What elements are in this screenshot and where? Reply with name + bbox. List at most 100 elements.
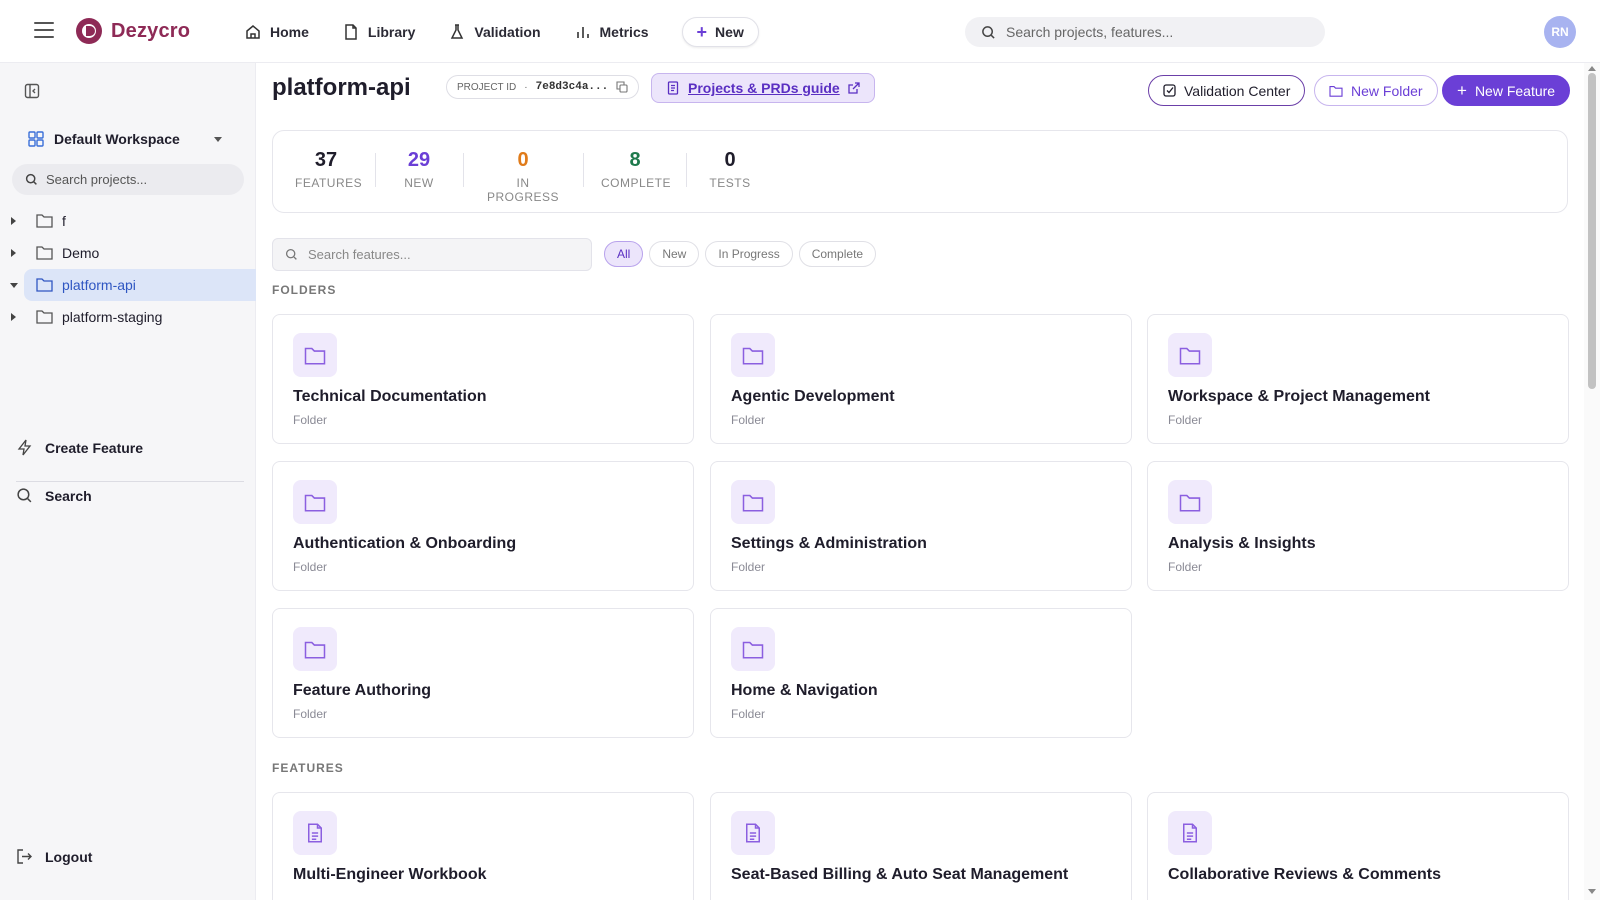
new-folder-label: New Folder xyxy=(1351,82,1423,99)
grid-icon xyxy=(28,131,44,147)
folder-subtitle: Folder xyxy=(293,413,328,427)
feature-search-input[interactable] xyxy=(308,247,578,262)
avatar[interactable]: RN xyxy=(1544,16,1576,48)
tree-item-label: Demo xyxy=(62,245,100,261)
new-folder-button[interactable]: New Folder xyxy=(1314,75,1438,106)
folder-icon xyxy=(1168,333,1212,377)
guide-link[interactable]: Projects & PRDs guide xyxy=(651,73,875,103)
folder-subtitle: Folder xyxy=(1168,560,1203,574)
folder-subtitle: Folder xyxy=(731,560,766,574)
folder-subtitle: Folder xyxy=(1168,413,1203,427)
scroll-thumb[interactable] xyxy=(1588,73,1596,389)
chevron-down-icon xyxy=(214,136,222,142)
validation-center-button[interactable]: Validation Center xyxy=(1148,75,1306,106)
folder-card[interactable]: Feature Authoring Folder xyxy=(272,608,694,738)
folder-card[interactable]: Technical Documentation Folder xyxy=(272,314,694,444)
nav-validation[interactable]: Validation xyxy=(448,16,557,48)
tree-item-f[interactable]: f xyxy=(0,205,256,237)
filter-complete[interactable]: Complete xyxy=(798,241,877,267)
folder-icon xyxy=(731,333,775,377)
brand[interactable]: Dezycro xyxy=(75,17,190,45)
menu-icon[interactable] xyxy=(34,22,54,38)
feature-card[interactable]: Seat-Based Billing & Auto Seat Managemen… xyxy=(710,792,1132,900)
sidebar-collapse-icon[interactable] xyxy=(24,83,40,99)
folder-icon xyxy=(293,333,337,377)
new-feature-label: New Feature xyxy=(1474,82,1556,99)
feature-title: Multi-Engineer Workbook xyxy=(293,866,487,883)
project-id-value: 7e8d3c4a... xyxy=(535,81,609,93)
feature-card[interactable]: Multi-Engineer Workbook xyxy=(272,792,694,900)
stat-label: TESTS xyxy=(709,176,751,190)
new-button-label: New xyxy=(715,24,744,40)
logout-button[interactable]: Logout xyxy=(16,848,92,865)
folder-card[interactable]: Analysis & Insights Folder xyxy=(1147,461,1569,591)
active-highlight xyxy=(24,269,256,301)
scroll-up-icon[interactable] xyxy=(1588,66,1596,71)
folder-subtitle: Folder xyxy=(731,413,766,427)
tree-item-label: platform-staging xyxy=(62,309,163,325)
stat-value: 8 xyxy=(629,149,641,171)
copy-icon[interactable] xyxy=(616,81,628,93)
tree-item-demo[interactable]: Demo xyxy=(0,237,256,269)
sidebar-search-button[interactable]: Search xyxy=(16,487,92,504)
folder-icon xyxy=(36,278,53,292)
stat-in-progress: 0 IN PROGRESS xyxy=(481,149,565,204)
stat-label: FEATURES xyxy=(295,176,363,190)
sidebar: Default Workspace f Demo platform-api pl… xyxy=(0,63,256,900)
tree-item-platform-api[interactable]: platform-api xyxy=(0,269,256,301)
workspace-name: Default Workspace xyxy=(54,131,180,147)
project-id-label: PROJECT ID xyxy=(457,81,517,93)
stat-divider xyxy=(375,153,376,187)
file-text-icon xyxy=(1168,811,1212,855)
folder-card[interactable]: Workspace & Project Management Folder xyxy=(1147,314,1569,444)
project-search-input[interactable] xyxy=(46,172,226,187)
folder-icon xyxy=(36,310,53,324)
stat-value: 0 xyxy=(517,149,529,171)
folder-card[interactable]: Authentication & Onboarding Folder xyxy=(272,461,694,591)
folder-icon xyxy=(1168,480,1212,524)
nav-library[interactable]: Library xyxy=(342,16,432,48)
new-button[interactable]: + New xyxy=(681,17,759,47)
nav-home[interactable]: Home xyxy=(244,16,326,48)
global-search-input[interactable] xyxy=(1006,24,1306,40)
folder-card[interactable]: Settings & Administration Folder xyxy=(710,461,1132,591)
scrollbar[interactable] xyxy=(1584,63,1600,900)
flask-icon xyxy=(451,24,464,39)
expand-icon[interactable] xyxy=(11,217,16,225)
workspace-selector[interactable]: Default Workspace xyxy=(28,127,228,151)
expand-icon[interactable] xyxy=(11,313,16,321)
nav-metrics[interactable]: Metrics xyxy=(574,16,666,48)
stat-value: 0 xyxy=(724,149,736,171)
search-icon xyxy=(982,25,995,39)
stat-value: 37 xyxy=(314,149,338,171)
validation-center-label: Validation Center xyxy=(1184,82,1291,99)
filter-all[interactable]: All xyxy=(604,241,644,267)
page-title: platform-api xyxy=(272,74,411,101)
scroll-down-icon[interactable] xyxy=(1588,889,1596,894)
sidebar-search-label: Search xyxy=(45,487,92,504)
expand-icon[interactable] xyxy=(11,249,16,257)
create-feature-label: Create Feature xyxy=(45,439,144,456)
stat-tests: 0 TESTS xyxy=(704,149,756,190)
status-filters: All New In Progress Complete xyxy=(604,241,877,267)
feature-search[interactable] xyxy=(272,238,592,271)
tree-item-platform-staging[interactable]: platform-staging xyxy=(0,301,256,333)
create-feature-button[interactable]: Create Feature xyxy=(16,439,143,456)
collapse-icon[interactable] xyxy=(10,283,18,288)
stat-divider xyxy=(686,153,687,187)
project-search[interactable] xyxy=(12,164,244,195)
plus-icon: + xyxy=(1457,81,1467,100)
filter-in-progress[interactable]: In Progress xyxy=(705,241,793,267)
plus-icon: + xyxy=(696,22,708,42)
folder-title: Settings & Administration xyxy=(731,535,927,552)
folder-card[interactable]: Home & Navigation Folder xyxy=(710,608,1132,738)
search-icon xyxy=(25,173,37,185)
external-link-icon xyxy=(848,82,860,94)
filter-new[interactable]: New xyxy=(649,241,700,267)
folder-icon xyxy=(731,627,775,671)
nav-library-label: Library xyxy=(367,24,416,40)
new-feature-button[interactable]: + New Feature xyxy=(1442,75,1571,106)
global-search[interactable] xyxy=(965,17,1325,47)
folder-card[interactable]: Agentic Development Folder xyxy=(710,314,1132,444)
feature-card[interactable]: Collaborative Reviews & Comments xyxy=(1147,792,1569,900)
